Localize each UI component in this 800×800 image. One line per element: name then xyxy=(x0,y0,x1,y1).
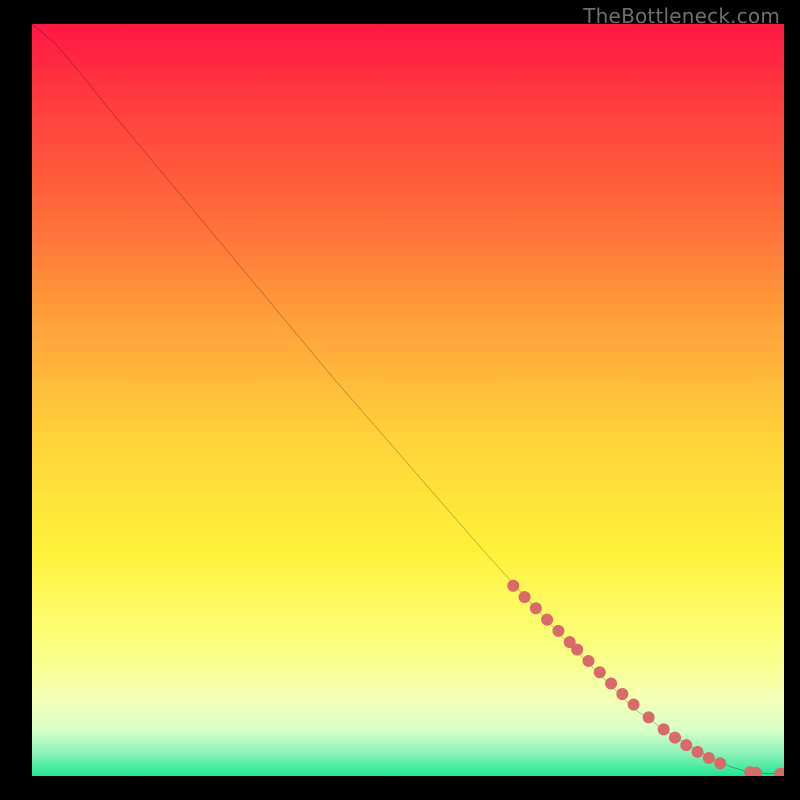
marker-point xyxy=(658,723,670,735)
marker-point xyxy=(669,732,681,744)
marker-point xyxy=(530,602,542,614)
chart-stage: TheBottleneck.com xyxy=(0,0,800,800)
marker-point xyxy=(507,580,519,592)
marker-point xyxy=(519,591,531,603)
marker-point xyxy=(571,644,583,656)
curve-line xyxy=(32,24,784,774)
marker-point xyxy=(680,739,692,751)
marker-point xyxy=(594,666,606,678)
marker-points xyxy=(507,580,784,776)
marker-point xyxy=(582,655,594,667)
marker-point xyxy=(643,711,655,723)
marker-point xyxy=(541,614,553,626)
marker-point xyxy=(616,688,628,700)
marker-point xyxy=(552,625,564,637)
plot-overlay xyxy=(32,24,784,776)
marker-point xyxy=(628,699,640,711)
plot-area xyxy=(32,24,784,776)
marker-point xyxy=(703,752,715,764)
marker-point xyxy=(714,757,726,769)
marker-point xyxy=(605,678,617,690)
watermark-text: TheBottleneck.com xyxy=(583,4,780,28)
marker-point xyxy=(692,746,704,758)
